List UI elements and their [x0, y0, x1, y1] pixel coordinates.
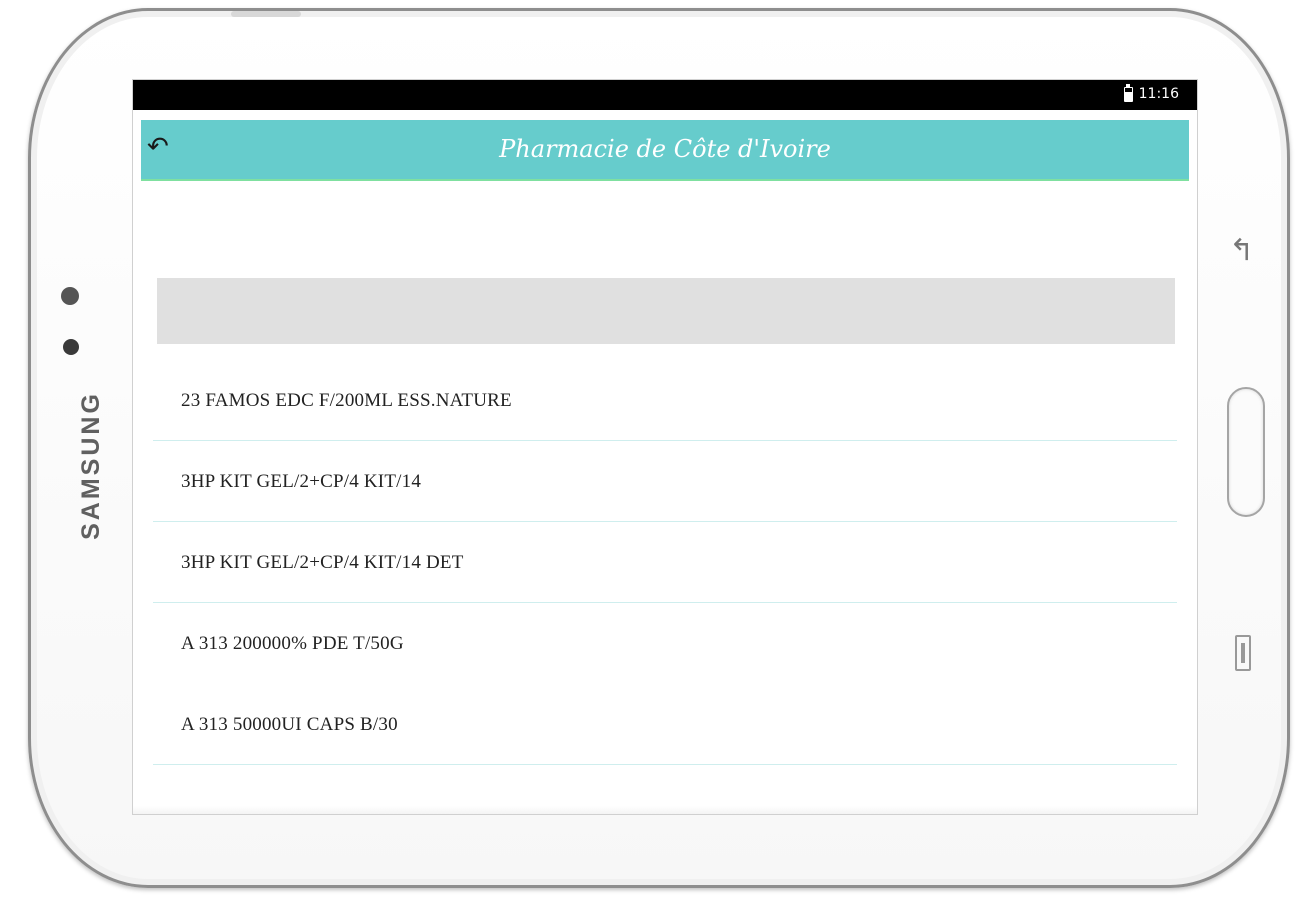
list-item-label: A 313 200000% PDE T/50G	[181, 633, 404, 654]
list-item-label: 3HP KIT GEL/2+CP/4 KIT/14	[181, 471, 422, 492]
list-item-label: 3HP KIT GEL/2+CP/4 KIT/14 DET	[181, 552, 464, 573]
battery-icon	[1123, 83, 1133, 102]
light-sensor	[63, 339, 79, 355]
list-item[interactable]: 3HP KIT GEL/2+CP/4 KIT/14	[153, 441, 1177, 522]
hardware-back-icon[interactable]: ↰	[1229, 231, 1259, 271]
hardware-menu-icon[interactable]	[1235, 635, 1251, 671]
app-title: Pharmacie de Côte d'Ivoire	[499, 135, 831, 163]
device-brand: SAMSUNG	[76, 391, 105, 540]
list-item-label: A 313 50000UI CAPS B/30	[181, 714, 398, 735]
app-bar: ↶ Pharmacie de Côte d'Ivoire	[141, 120, 1189, 181]
front-camera	[61, 287, 79, 305]
search-band[interactable]	[157, 278, 1175, 344]
list-item[interactable]: 23 FAMOS EDC F/200ML ESS.NATURE	[153, 360, 1177, 441]
list-item[interactable]: A 313 50000UI CAPS B/30	[153, 684, 1177, 765]
status-right: 11:16	[1123, 83, 1179, 102]
status-bar: 11:16	[133, 80, 1197, 110]
status-time: 11:16	[1138, 86, 1179, 102]
list-item[interactable]: 3HP KIT GEL/2+CP/4 KIT/14 DET	[153, 522, 1177, 603]
power-button	[231, 11, 301, 17]
list-item[interactable]: A 313 200000% PDE T/50G	[153, 603, 1177, 684]
list-item-label: 23 FAMOS EDC F/200ML ESS.NATURE	[181, 390, 512, 411]
hardware-home-button[interactable]	[1227, 387, 1265, 517]
device-screen: 11:16 ↶ Pharmacie de Côte d'Ivoire 23 FA…	[133, 80, 1197, 814]
screen-bottom-edge	[133, 806, 1197, 814]
product-list: 23 FAMOS EDC F/200ML ESS.NATURE 3HP KIT …	[153, 360, 1177, 765]
